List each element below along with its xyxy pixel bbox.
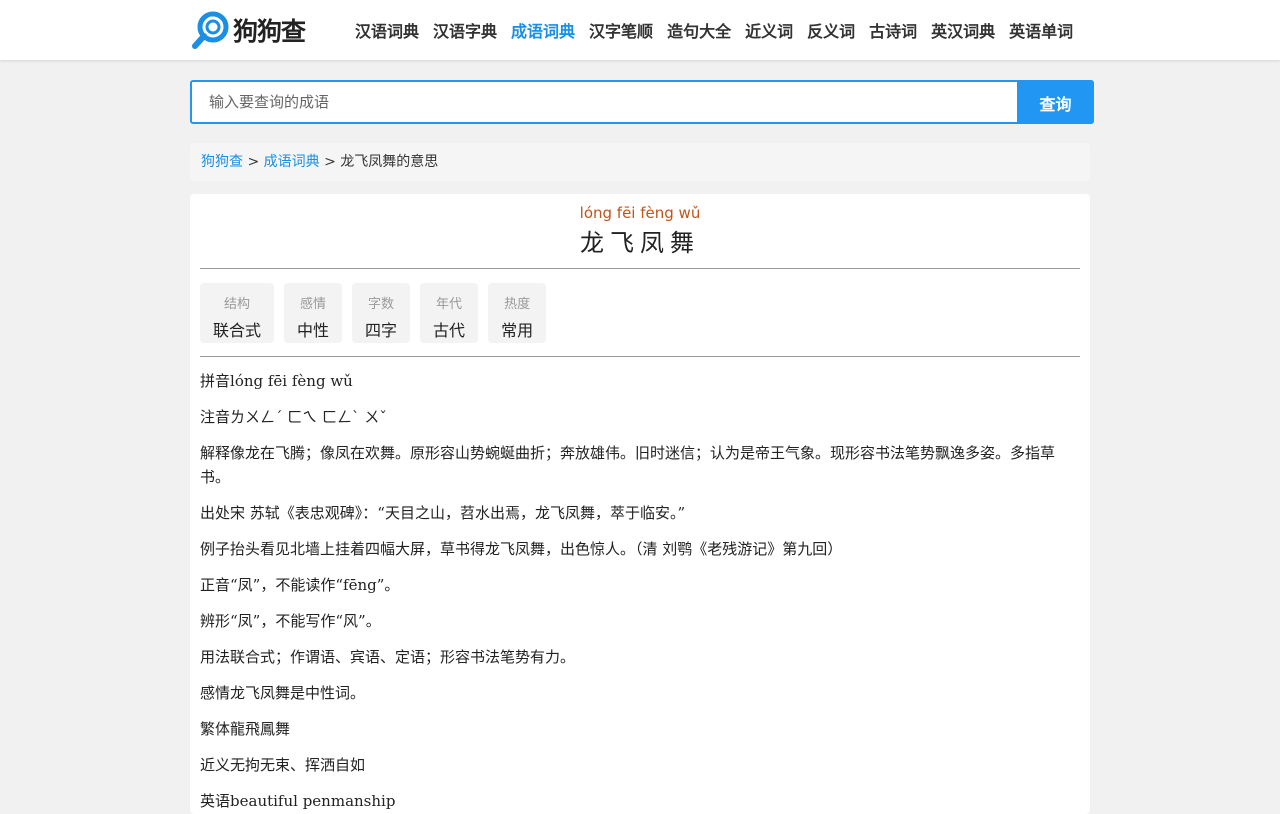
attribute-tag-label: 年代 bbox=[436, 297, 463, 312]
site-logo[interactable]: 狗狗查 bbox=[191, 10, 306, 50]
detail-key: 例子 bbox=[200, 540, 231, 558]
detail-key: 用法 bbox=[200, 648, 231, 666]
idiom-details: 拼音lóng fēi fèng wǔ 注音ㄌㄨㄥˊ ㄈㄟ ㄈㄥˋ ㄨˇ 解释像龙在飞… bbox=[200, 357, 1080, 813]
breadcrumb-separator: > bbox=[324, 154, 336, 170]
attribute-tag: 结构 联合式 bbox=[200, 283, 275, 343]
attribute-tag-value: 中性 bbox=[297, 321, 330, 340]
breadcrumb-separator: > bbox=[247, 154, 260, 170]
detail-key: 出处 bbox=[200, 504, 231, 522]
nav-link[interactable]: 汉语字典 bbox=[433, 18, 497, 42]
site-logo-text: 狗狗查 bbox=[233, 17, 306, 46]
nav-link[interactable]: 英汉词典 bbox=[931, 18, 995, 42]
search-bar: 查询 bbox=[190, 80, 1094, 124]
breadcrumb-current: 龙飞凤舞的意思 bbox=[340, 154, 439, 170]
detail-value: 联合式；作谓语、宾语、定语；形容书法笔势有力。 bbox=[230, 648, 576, 666]
detail-row: 英语beautiful penmanship bbox=[200, 789, 1080, 813]
main-nav: 汉语词典 汉语字典 成语词典 汉字笔顺 造句大全 近义词 反义词 古诗词 英汉词典 英语单词 bbox=[348, 0, 1080, 60]
detail-value: 宋 苏轼《表忠观碑》：“天目之山，苕水出焉，龙飞凤舞，萃于临安。” bbox=[230, 504, 686, 522]
detail-key: 正音 bbox=[200, 576, 231, 594]
detail-row: 用法联合式；作谓语、宾语、定语；形容书法笔势有力。 bbox=[200, 645, 1080, 669]
detail-row: 注音ㄌㄨㄥˊ ㄈㄟ ㄈㄥˋ ㄨˇ bbox=[200, 405, 1080, 429]
idiom-title: 龙飞凤舞 bbox=[580, 229, 700, 257]
detail-key: 繁体 bbox=[200, 720, 231, 738]
detail-row: 例子抬头看见北墙上挂着四幅大屏，草书得龙飞凤舞，出色惊人。（清 刘鹗《老残游记》… bbox=[200, 537, 1080, 561]
attribute-tag-value: 古代 bbox=[433, 321, 466, 340]
detail-value: 像龙在飞腾；像凤在欢舞。原形容山势蜿蜒曲折；奔放雄伟。旧时迷信；认为是帝王气象。… bbox=[200, 444, 1056, 486]
detail-key: 拼音 bbox=[200, 372, 231, 390]
detail-value: 龍飛鳳舞 bbox=[230, 720, 291, 738]
detail-row: 解释像龙在飞腾；像凤在欢舞。原形容山势蜿蜒曲折；奔放雄伟。旧时迷信；认为是帝王气… bbox=[200, 441, 1080, 489]
detail-row: 感情龙飞凤舞是中性词。 bbox=[200, 681, 1080, 705]
detail-row: 辨形“凤”，不能写作“风”。 bbox=[200, 609, 1080, 633]
search-input[interactable] bbox=[190, 80, 1018, 124]
nav-link[interactable]: 汉字笔顺 bbox=[589, 18, 653, 42]
attribute-tag-value: 联合式 bbox=[213, 321, 262, 340]
nav-link[interactable]: 近义词 bbox=[745, 18, 793, 42]
attribute-tag-label: 感情 bbox=[300, 297, 327, 312]
detail-value: “凤”，不能读作“fēng”。 bbox=[230, 576, 400, 594]
nav-link[interactable]: 古诗词 bbox=[869, 18, 917, 42]
attribute-tag-value: 常用 bbox=[501, 321, 534, 340]
breadcrumb-home-link[interactable]: 狗狗查 bbox=[201, 154, 243, 170]
detail-value: beautiful penmanship bbox=[230, 792, 396, 810]
detail-value: “凤”，不能写作“风”。 bbox=[230, 612, 381, 630]
search-button[interactable]: 查询 bbox=[1017, 80, 1094, 124]
attribute-tag: 感情 中性 bbox=[284, 283, 343, 343]
attribute-tag-label: 字数 bbox=[368, 297, 395, 312]
nav-link[interactable]: 成语词典 bbox=[511, 18, 575, 42]
idiom-pinyin: lóng fēi fèng wǔ bbox=[579, 204, 701, 222]
detail-row: 正音“凤”，不能读作“fēng”。 bbox=[200, 573, 1080, 597]
attribute-tag-value: 四字 bbox=[365, 321, 398, 340]
attribute-tag: 字数 四字 bbox=[352, 283, 411, 343]
detail-row: 出处宋 苏轼《表忠观碑》：“天目之山，苕水出焉，龙飞凤舞，萃于临安。” bbox=[200, 501, 1080, 525]
top-navbar: 狗狗查 汉语词典 汉语字典 成语词典 汉字笔顺 造句大全 近义词 反义词 古诗词 英汉词典 英语单… bbox=[0, 0, 1280, 60]
detail-key: 感情 bbox=[200, 684, 231, 702]
attribute-tag: 热度 常用 bbox=[488, 283, 547, 343]
magnifier-logo-icon bbox=[192, 11, 229, 49]
detail-row: 拼音lóng fēi fèng wǔ bbox=[200, 369, 1080, 393]
detail-value: ㄌㄨㄥˊ ㄈㄟ ㄈㄥˋ ㄨˇ bbox=[230, 408, 387, 426]
attribute-tag-label: 热度 bbox=[504, 297, 531, 312]
attribute-tags: 结构 联合式 感情 中性 字数 四字 年代 古代 热度 常用 bbox=[200, 269, 1080, 356]
nav-link[interactable]: 造句大全 bbox=[667, 18, 731, 42]
attribute-tag-label: 结构 bbox=[224, 297, 251, 312]
detail-value: 龙飞凤舞是中性词。 bbox=[230, 684, 366, 702]
detail-row: 近义无拘无束、挥洒自如 bbox=[200, 753, 1080, 777]
nav-link[interactable]: 反义词 bbox=[807, 18, 855, 42]
detail-key: 辨形 bbox=[200, 612, 231, 630]
detail-key: 解释 bbox=[200, 444, 231, 462]
attribute-tag: 年代 古代 bbox=[420, 283, 479, 343]
detail-value: lóng fēi fèng wǔ bbox=[230, 372, 353, 390]
idiom-card: lóng fēi fèng wǔ 龙飞凤舞 结构 联合式 感情 中性 字数 四字 年代 古代热… bbox=[190, 194, 1090, 814]
nav-link[interactable]: 英语单词 bbox=[1009, 18, 1073, 42]
detail-row: 繁体龍飛鳳舞 bbox=[200, 717, 1080, 741]
detail-value: 无拘无束、挥洒自如 bbox=[230, 756, 366, 774]
detail-key: 注音 bbox=[200, 408, 231, 426]
detail-value: 抬头看见北墙上挂着四幅大屏，草书得龙飞凤舞，出色惊人。（清 刘鹗《老残游记》第九… bbox=[230, 540, 843, 558]
breadcrumb: 狗狗查 > 成语词典 > 龙飞凤舞的意思 bbox=[190, 143, 1090, 181]
detail-key: 近义 bbox=[200, 756, 231, 774]
detail-key: 英语 bbox=[200, 792, 231, 810]
nav-link[interactable]: 汉语词典 bbox=[355, 18, 419, 42]
breadcrumb-section-link[interactable]: 成语词典 bbox=[264, 154, 320, 170]
